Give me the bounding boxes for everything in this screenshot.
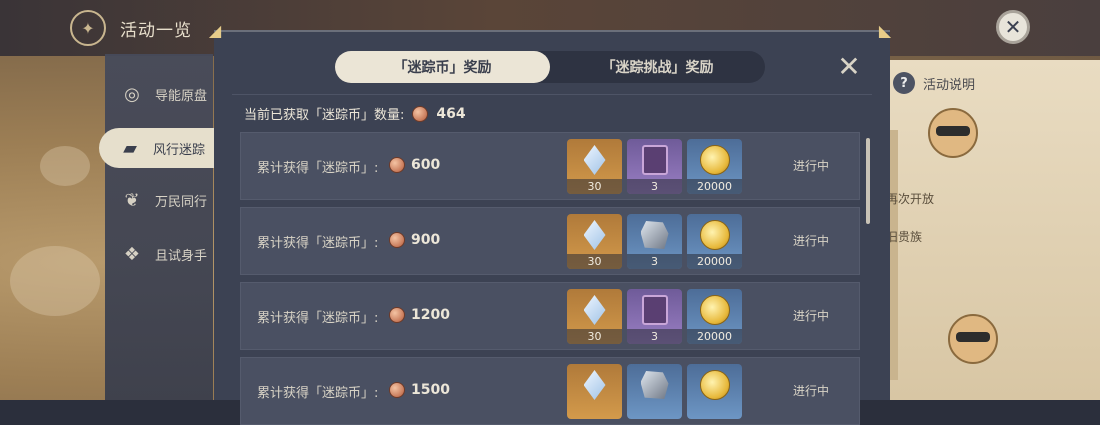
reward-target: 900 xyxy=(389,232,440,248)
rewards-modal: 「迷踪币」奖励 「迷踪挑战」奖励 ✕ 当前已获取「迷踪币」数量: 464 累计获… xyxy=(214,30,890,425)
cards-icon: ❖ xyxy=(123,243,141,265)
reward-item[interactable]: 30 xyxy=(567,214,622,269)
reward-count: 30 xyxy=(567,329,622,344)
reward-row-label: 累计获得「迷踪币」: xyxy=(257,236,379,251)
corner-ornament: ◣ xyxy=(878,21,892,40)
reward-item[interactable]: 3 xyxy=(627,139,682,194)
reward-target-value: 1500 xyxy=(411,382,450,398)
reward-count: 3 xyxy=(627,329,682,344)
reward-count: 20000 xyxy=(687,179,742,194)
sidebar-item-label: 万民同行 xyxy=(155,194,208,210)
sidebar-item-label: 且试身手 xyxy=(155,248,208,264)
reward-item[interactable] xyxy=(567,364,622,419)
hero-wit-book-icon xyxy=(641,295,668,325)
reward-count: 30 xyxy=(567,254,622,269)
reward-tabs: 「迷踪币」奖励 「迷踪挑战」奖励 xyxy=(335,51,765,83)
primogem-icon xyxy=(583,220,606,250)
reward-item[interactable]: 30 xyxy=(567,139,622,194)
tracking-coin-icon xyxy=(412,105,429,122)
sidebar-item-fengxing[interactable]: ▰ 风行迷踪 xyxy=(99,128,219,168)
map-decoration xyxy=(40,146,90,186)
modal-close-button[interactable]: ✕ xyxy=(834,52,864,82)
mora-icon xyxy=(699,370,730,400)
reward-target-value: 600 xyxy=(411,157,441,173)
coin-count: 当前已获取「迷踪币」数量: 464 xyxy=(244,104,466,123)
mystic-ore-icon xyxy=(640,221,669,249)
primogem-icon xyxy=(583,295,606,325)
reward-status: 进行中 xyxy=(793,234,830,248)
mora-icon xyxy=(699,295,730,325)
reward-row: 累计获得「迷踪币」: 1200 30 3 20000 进行中 xyxy=(240,282,860,350)
sidebar: ◎ 导能原盘 ▰ 风行迷踪 ❦ 万民同行 ❖ 且试身手 xyxy=(99,54,219,400)
divider xyxy=(232,94,872,95)
reward-target: 1500 xyxy=(389,382,450,398)
tracking-coin-icon xyxy=(389,307,405,323)
reward-target: 600 xyxy=(389,157,440,173)
mystic-ore-icon xyxy=(640,371,669,399)
mora-icon xyxy=(699,220,730,250)
feather-icon: ❦ xyxy=(124,189,140,211)
primogem-icon xyxy=(583,145,606,175)
card-text-line1: 再次开放 xyxy=(886,192,935,206)
reward-row-label: 累计获得「迷踪币」: xyxy=(257,161,379,176)
reward-target-value: 900 xyxy=(411,232,441,248)
coin-count-value: 464 xyxy=(436,105,466,122)
sidebar-item-label: 风行迷踪 xyxy=(153,142,206,158)
raccoon-illustration xyxy=(928,108,978,158)
mora-icon xyxy=(699,145,730,175)
raccoon-illustration xyxy=(948,314,998,364)
sidebar-item-qieshi[interactable]: ❖ 且试身手 xyxy=(105,234,213,274)
reward-count: 3 xyxy=(627,179,682,194)
reward-item[interactable]: 20000 xyxy=(687,289,742,344)
close-icon: ✕ xyxy=(837,50,861,83)
tracking-coin-icon xyxy=(389,232,405,248)
disc-icon: ◎ xyxy=(124,83,140,105)
reward-item[interactable]: 20000 xyxy=(687,139,742,194)
reward-row: 累计获得「迷踪币」: 600 30 3 20000 进行中 xyxy=(240,132,860,200)
tracking-coin-icon xyxy=(389,382,405,398)
reward-count: 20000 xyxy=(687,329,742,344)
reward-item[interactable]: 20000 xyxy=(687,214,742,269)
reward-row: 累计获得「迷踪币」: 900 30 3 20000 进行中 xyxy=(240,207,860,275)
primogem-icon xyxy=(583,370,606,400)
sidebar-item-label: 导能原盘 xyxy=(155,88,208,104)
card-text-line2: 旧贵族 xyxy=(886,230,923,244)
reward-item[interactable] xyxy=(627,364,682,419)
close-button[interactable]: ✕ xyxy=(996,10,1030,44)
reward-item[interactable]: 3 xyxy=(627,214,682,269)
close-icon: ✕ xyxy=(1004,15,1022,39)
sidebar-item-daoneng[interactable]: ◎ 导能原盘 xyxy=(105,74,213,114)
reward-item[interactable]: 30 xyxy=(567,289,622,344)
hero-wit-book-icon xyxy=(641,145,668,175)
question-icon: ? xyxy=(893,72,915,94)
map-decoration xyxy=(10,246,100,316)
reward-item[interactable]: 3 xyxy=(627,289,682,344)
event-help[interactable]: ? 活动说明 xyxy=(893,72,975,94)
reward-count: 30 xyxy=(567,179,622,194)
reward-row-label: 累计获得「迷踪币」: xyxy=(257,311,379,326)
reward-status: 进行中 xyxy=(793,384,830,398)
reward-item[interactable] xyxy=(687,364,742,419)
tracking-coin-icon xyxy=(389,157,405,173)
corner-ornament: ◢ xyxy=(208,21,222,40)
app-header: ✦ 活动一览 xyxy=(70,10,192,46)
reward-row: 累计获得「迷踪币」: 1500 进行中 xyxy=(240,357,860,425)
tab-challenge-rewards[interactable]: 「迷踪挑战」奖励 xyxy=(550,51,765,83)
reward-target: 1200 xyxy=(389,307,450,323)
reward-count: 3 xyxy=(627,254,682,269)
reward-target-value: 1200 xyxy=(411,307,450,323)
reward-count: 20000 xyxy=(687,254,742,269)
page-title: 活动一览 xyxy=(120,20,192,41)
reward-status: 进行中 xyxy=(793,159,830,173)
scrollbar[interactable] xyxy=(866,138,870,224)
compass-icon: ✦ xyxy=(70,10,106,46)
reward-row-label: 累计获得「迷踪币」: xyxy=(257,386,379,401)
reward-status: 进行中 xyxy=(793,309,830,323)
raccoon-mask-icon: ▰ xyxy=(123,137,137,159)
tab-coin-rewards[interactable]: 「迷踪币」奖励 xyxy=(335,51,550,83)
help-label: 活动说明 xyxy=(923,77,976,93)
coin-count-label: 当前已获取「迷踪币」数量: xyxy=(244,108,405,123)
sidebar-item-wanmin[interactable]: ❦ 万民同行 xyxy=(105,180,213,220)
